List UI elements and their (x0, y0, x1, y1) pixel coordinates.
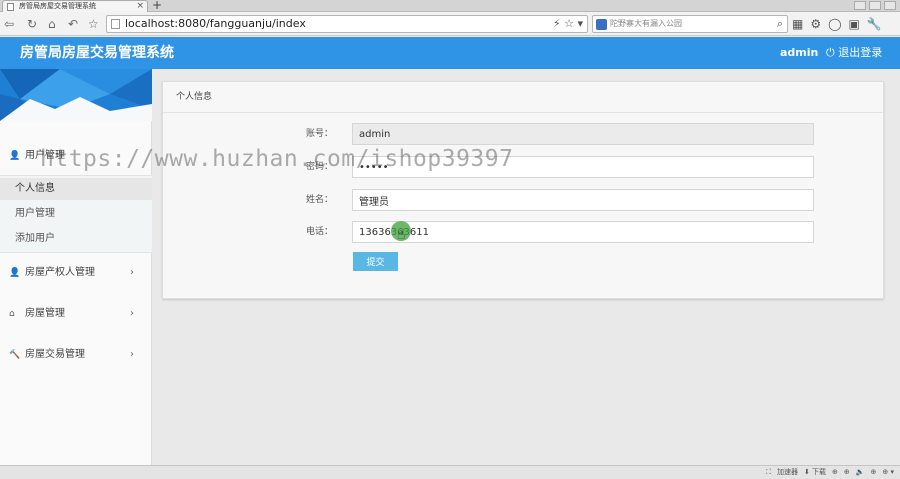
sidebar-item-user-management[interactable]: 👤 用户管理 (0, 145, 152, 167)
home-icon[interactable]: ⌂ (48, 16, 56, 32)
browser-status-bar: ⛶ 加速器 ⬇ 下载 ⊕ ⊕ 🔈 ⊕ ⊕ ▾ (0, 465, 900, 479)
form-row-account: 账号： (163, 123, 883, 145)
status-bar-items: ⛶ 加速器 ⬇ 下载 ⊕ ⊕ 🔈 ⊕ ⊕ ▾ (766, 466, 894, 479)
app-title: 房管局房屋交易管理系统 (20, 45, 174, 61)
password-field[interactable] (352, 156, 814, 178)
undo-icon[interactable]: ↶ (68, 16, 78, 32)
search-placeholder[interactable]: 陀野寨大有漏入公园 (610, 16, 682, 32)
tool-icon[interactable]: ⊕ (871, 466, 877, 479)
close-tab-icon[interactable]: × (136, 1, 144, 12)
submit-button[interactable]: 提交 (353, 252, 398, 271)
account-label: 账号： (305, 129, 333, 139)
password-label: 密码： (305, 162, 333, 172)
name-field[interactable] (352, 189, 814, 211)
panel-title: 个人信息 (163, 82, 883, 113)
page-icon (111, 19, 120, 29)
browser-tab-strip: 房管局房屋交易管理系统 × + (0, 0, 900, 12)
browser-toolbar: ⇦ ↻ ⌂ ↶ ☆ localhost:8080/fangguanju/inde… (0, 12, 900, 36)
personal-info-panel: 个人信息 账号： 密码： 姓名： 电话： 提交 (162, 81, 884, 299)
favorite-star-icon[interactable]: ☆ (88, 16, 99, 32)
user-management-submenu: 个人信息 用户管理 添加用户 (0, 175, 152, 253)
account-field[interactable] (352, 123, 814, 145)
tool-icon[interactable]: ⊕ (844, 466, 850, 479)
sidebar-item-house-management[interactable]: ⌂ 房屋管理 › (0, 303, 152, 325)
sidebar-item-label: 房屋产权人管理 (25, 267, 95, 278)
app-header: 房管局房屋交易管理系统 admin ⏻ 退出登录 (0, 37, 900, 69)
chevron-right-icon: › (130, 349, 134, 360)
zoom-icon[interactable]: ⊕ ▾ (882, 466, 894, 479)
search-icon[interactable]: ⌕ (777, 16, 783, 32)
user-icon: 👤 (9, 268, 21, 278)
maximize-icon[interactable] (869, 1, 881, 10)
sidebar-item-personal-info[interactable]: 个人信息 (0, 178, 152, 200)
home-icon: ⌂ (9, 309, 15, 319)
phone-field[interactable] (352, 221, 814, 243)
url-text[interactable]: localhost:8080/fangguanju/index (125, 16, 306, 32)
sidebar-item-label: 房屋管理 (25, 308, 65, 319)
name-label: 姓名： (305, 195, 333, 205)
user-icon: 👤 (9, 151, 21, 161)
chevron-right-icon: › (130, 308, 134, 319)
tool-icon[interactable]: ⊕ (832, 466, 838, 479)
sidebar-item-label: 房屋交易管理 (25, 349, 85, 360)
sidebar-banner-art (0, 69, 152, 121)
sidebar-item-label: 用户管理 (25, 150, 65, 161)
new-tab-button[interactable]: + (152, 0, 162, 11)
sidebar-item-transaction-management[interactable]: 🔨 房屋交易管理 › (0, 344, 152, 366)
minimize-icon[interactable] (854, 1, 866, 10)
form-row-password: 密码： (163, 156, 883, 178)
sidebar-item-user-list[interactable]: 用户管理 (0, 203, 152, 225)
form-row-name: 姓名： (163, 189, 883, 211)
download-button[interactable]: ⬇ 下载 (804, 466, 826, 479)
gear-icon[interactable]: ⚙ (810, 16, 821, 32)
main-content: 个人信息 账号： 密码： 姓名： 电话： 提交 (152, 69, 900, 465)
browser-tab[interactable]: 房管局房屋交易管理系统 × (2, 0, 148, 12)
hand-cursor-icon: ☝ (397, 227, 406, 243)
close-window-icon[interactable] (884, 1, 896, 10)
accelerator-button[interactable]: 加速器 (777, 466, 798, 479)
address-bar-tools[interactable]: ⚡ ☆ ▾ (553, 16, 583, 32)
fullscreen-icon[interactable]: ⛶ (766, 466, 771, 479)
extension-icon[interactable]: ▣ (849, 16, 860, 32)
chevron-right-icon: › (130, 267, 134, 278)
search-engine-icon[interactable] (596, 19, 607, 30)
browser-extensions: ▦ ⚙ ◯ ▣ 🔧 (792, 16, 882, 32)
window-controls (854, 1, 896, 10)
phone-label: 电话： (305, 227, 333, 237)
search-box[interactable]: 陀野寨大有漏入公园 ⌕ (592, 15, 788, 33)
volume-icon[interactable]: 🔈 (856, 466, 865, 479)
sidebar-banner (0, 69, 152, 121)
back-icon[interactable]: ⇦ (4, 16, 14, 32)
browser-logo-icon[interactable]: ◯ (828, 16, 841, 32)
wrench-icon[interactable]: 🔧 (867, 16, 882, 32)
refresh-icon[interactable]: ↻ (27, 16, 37, 32)
grid-icon[interactable]: ▦ (792, 16, 803, 32)
logout-button[interactable]: ⏻ 退出登录 (826, 37, 882, 69)
gavel-icon: 🔨 (9, 350, 21, 360)
current-user: admin (780, 46, 819, 59)
sidebar-item-owner-management[interactable]: 👤 房屋产权人管理 › (0, 262, 152, 284)
sidebar-item-add-user[interactable]: 添加用户 (0, 228, 152, 250)
form-row-phone: 电话： (163, 221, 883, 243)
page-icon (7, 3, 14, 11)
sidebar: 👤 用户管理 个人信息 用户管理 添加用户 👤 房屋产权人管理 › ⌂ 房屋管理… (0, 69, 152, 465)
address-bar[interactable]: localhost:8080/fangguanju/index ⚡ ☆ ▾ (106, 15, 588, 33)
tab-title: 房管局房屋交易管理系统 (19, 2, 96, 10)
